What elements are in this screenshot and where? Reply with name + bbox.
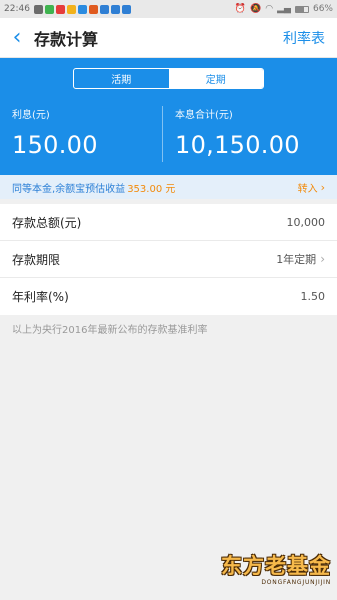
deposit-amount-row[interactable]: 存款总额(元) 10,000 (0, 204, 337, 241)
deposit-type-toggle: 活期 定期 (73, 68, 264, 89)
annual-rate-label: 年利率(%) (12, 290, 69, 304)
page-title: 存款计算 (34, 29, 99, 49)
watermark-subtext: DONGFANGJUNJIJIN (261, 579, 331, 586)
deposit-term-row[interactable]: 存款期限 1年定期 › (0, 241, 337, 278)
battery-percent: 66% (312, 4, 333, 14)
notification-icon (121, 4, 131, 14)
battery-icon (294, 5, 309, 13)
navigation-bar: ‹ 存款计算 利率表 (0, 18, 337, 58)
summary-divider (162, 106, 163, 162)
notification-icon (33, 4, 43, 14)
notification-icon (110, 4, 120, 14)
deposit-form: 存款总额(元) 10,000 存款期限 1年定期 › 年利率(%) 1.50 (0, 204, 337, 315)
alarm-icon: ⏰ (234, 4, 247, 14)
rate-source-note: 以上为央行2016年最新公布的存款基准利率 (12, 325, 208, 336)
mute-icon: 🔕 (250, 4, 262, 14)
notification-icons (33, 4, 131, 14)
status-time: 22:46 (4, 4, 30, 14)
transfer-in-label: 转入 (297, 183, 318, 195)
notification-icon (88, 4, 98, 14)
total-value: 10,150.00 (175, 131, 300, 159)
result-panel: 活期 定期 利息(元) 150.00 本息合计(元) 10,150.00 (0, 58, 337, 175)
rate-table-link[interactable]: 利率表 (283, 28, 325, 48)
notification-icon (77, 4, 87, 14)
back-chevron-icon[interactable]: ‹ (0, 18, 34, 58)
total-summary: 本息合计(元) 10,150.00 (175, 106, 300, 159)
chevron-right-icon: › (320, 180, 325, 194)
tab-fixed-deposit[interactable]: 定期 (168, 69, 263, 88)
deposit-amount-value[interactable]: 10,000 (287, 216, 326, 229)
annual-rate-row[interactable]: 年利率(%) 1.50 (0, 278, 337, 315)
signal-icon: ▂▄ (277, 4, 291, 14)
deposit-amount-label: 存款总额(元) (12, 215, 82, 230)
tip-text: 同等本金,余额宝预估收益 (12, 183, 126, 195)
annual-rate-value[interactable]: 1.50 (301, 290, 326, 303)
deposit-term-label: 存款期限 (12, 252, 61, 267)
tab-demand-deposit[interactable]: 活期 (74, 69, 169, 88)
interest-value: 150.00 (12, 131, 98, 159)
tip-amount: 353.00 元 (127, 183, 176, 195)
notification-icon (66, 4, 76, 14)
interest-summary: 利息(元) 150.00 (12, 106, 98, 159)
yuebao-tip-bar[interactable]: 同等本金,余额宝预估收益 353.00 元 转入 › (0, 175, 337, 199)
notification-icon (99, 4, 109, 14)
interest-label: 利息(元) (12, 110, 50, 121)
total-label: 本息合计(元) (175, 110, 233, 121)
deposit-term-value: 1年定期 (276, 253, 317, 266)
notification-icon (55, 4, 65, 14)
watermark-logo: 东方老基金 DONGFANGJUNJIJIN (211, 554, 331, 594)
transfer-in-button[interactable]: 转入 › (298, 180, 325, 195)
notification-icon (44, 4, 54, 14)
watermark-text: 东方老基金 (221, 553, 331, 578)
wifi-icon: ◠ (265, 4, 274, 14)
chevron-right-icon: › (320, 252, 325, 266)
status-bar: 22:46 ⏰ 🔕 ◠ ▂▄ 66% (0, 0, 337, 18)
system-status: ⏰ 🔕 ◠ ▂▄ 66% (235, 4, 333, 14)
